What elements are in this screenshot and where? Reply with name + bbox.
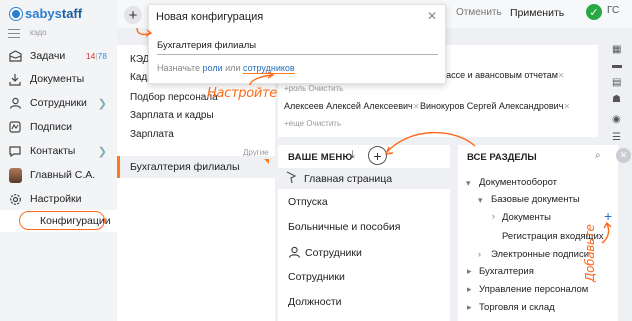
- remove-icon[interactable]: ✕: [558, 71, 565, 80]
- chevron-right-icon[interactable]: ▸: [467, 302, 472, 313]
- sidebar-item-label: Контакты: [30, 145, 76, 157]
- close-icon[interactable]: ✕: [616, 148, 631, 163]
- chevron-right-icon[interactable]: ❯: [98, 97, 107, 110]
- clear-link[interactable]: Очистить: [306, 119, 341, 128]
- tree-item[interactable]: Бухгалтерия: [479, 266, 534, 277]
- highlight-oval: [19, 211, 105, 230]
- person-chip[interactable]: Алексеев Алексей Алексеевич✕: [284, 101, 419, 111]
- assignment-actions: +еще Очистить: [284, 119, 341, 128]
- people-icon: [288, 246, 301, 261]
- chevron-right-icon[interactable]: ❯: [98, 145, 107, 158]
- apply-button[interactable]: Применить: [510, 7, 564, 19]
- roles-link[interactable]: роли: [203, 63, 223, 73]
- search-icon[interactable]: ⌕: [595, 150, 601, 161]
- eye-icon[interactable]: ◉: [612, 114, 621, 125]
- tree-item[interactable]: Электронные подписи: [491, 249, 589, 260]
- expand-down-icon[interactable]: ▾: [466, 178, 471, 189]
- tree-item[interactable]: Документы: [502, 212, 551, 223]
- expand-down-icon[interactable]: ▾: [478, 195, 483, 206]
- sidebar-item-label: Настройки: [30, 193, 82, 205]
- sidebar-item-signatures[interactable]: Подписи: [0, 116, 117, 138]
- list-item[interactable]: Подбор персонала: [130, 92, 218, 103]
- signatures-icon: [8, 120, 22, 134]
- sidebar-item-label: Сотрудники: [30, 97, 87, 109]
- chevron-right-icon[interactable]: ▸: [467, 266, 472, 277]
- sidebar-item-label: Документы: [30, 73, 85, 85]
- add-more-link[interactable]: +еще: [284, 119, 304, 128]
- person-chip[interactable]: Винокуров Сергей Александрович✕: [420, 101, 570, 111]
- list-icon[interactable]: ☰: [612, 132, 621, 143]
- sidebar-item-label: Главный С.А.: [30, 169, 96, 181]
- hamburger-icon[interactable]: [8, 29, 20, 38]
- sidebar-item-label: Задачи: [30, 50, 66, 62]
- tasks-badge: 14|78: [85, 51, 107, 61]
- tree-item[interactable]: Торговля и склад: [479, 302, 555, 313]
- menu-item[interactable]: Должности: [288, 296, 342, 308]
- app-sub-label: кэдо: [30, 28, 47, 37]
- menu-item[interactable]: Отпуска: [288, 196, 328, 208]
- assignment-text: кассе и авансовым отчетам✕: [442, 70, 565, 80]
- documents-icon: [8, 72, 22, 86]
- contacts-icon: [8, 144, 22, 158]
- employees-link[interactable]: сотрудников: [242, 63, 295, 74]
- add-role-link[interactable]: +роль: [284, 84, 306, 93]
- chevron-right-icon[interactable]: ›: [478, 249, 481, 259]
- apply-check-icon[interactable]: ✓: [586, 4, 602, 20]
- assign-hint: Назначьте роли или сотрудников: [157, 63, 295, 74]
- close-icon[interactable]: ✕: [427, 9, 437, 23]
- annotation-setup: Настройте: [207, 86, 277, 101]
- chevron-right-icon[interactable]: ▸: [467, 284, 472, 295]
- menu-item[interactable]: Сотрудники: [288, 271, 345, 283]
- add-section-icon[interactable]: +: [604, 208, 612, 224]
- sidebar-item-documents[interactable]: Документы: [0, 68, 117, 90]
- sidebar-item-tasks[interactable]: Задачи 14|78: [0, 45, 117, 67]
- sidebar-item-employees[interactable]: Сотрудники ❯: [0, 92, 117, 114]
- sidebar-item-settings[interactable]: Настройки: [0, 188, 117, 210]
- sidebar-item-contacts[interactable]: Контакты ❯: [0, 140, 117, 162]
- menu-item[interactable]: Главная страница: [304, 173, 392, 185]
- cancel-button[interactable]: Отменить: [456, 7, 502, 18]
- assignment-actions: +роль Очистить: [284, 84, 343, 93]
- popup-title: Новая конфигурация: [156, 11, 264, 23]
- user-avatar: [8, 167, 22, 183]
- briefcase-icon[interactable]: ▬: [612, 60, 622, 71]
- tasks-icon: [8, 49, 22, 63]
- annotation-add: Добавьте: [583, 224, 597, 282]
- gear-icon: [8, 192, 22, 206]
- logo[interactable]: sabys taff: [10, 6, 82, 21]
- marker-icon: [264, 159, 269, 164]
- download-icon[interactable]: ⤓: [350, 149, 355, 162]
- remove-icon[interactable]: ✕: [563, 102, 570, 111]
- menu-item[interactable]: Сотрудники: [305, 247, 362, 259]
- doc-icon[interactable]: ▤: [612, 77, 621, 88]
- configuration-name-field[interactable]: Бухгалтерия филиалы: [157, 40, 438, 55]
- logo-mark-icon: [10, 7, 22, 20]
- sidebar-item-label: Подписи: [30, 121, 72, 133]
- list-item[interactable]: Зарплата и кадры: [130, 110, 214, 121]
- tree-item[interactable]: Документооборот: [479, 177, 557, 188]
- list-item-selected[interactable]: Бухгалтерия филиалы: [117, 156, 275, 178]
- employees-icon: [8, 96, 22, 110]
- add-menu-item-button[interactable]: +: [368, 146, 387, 165]
- add-configuration-button[interactable]: +: [124, 6, 142, 24]
- tree-item[interactable]: Управление персоналом: [479, 284, 588, 295]
- tree-item[interactable]: Базовые документы: [491, 194, 580, 205]
- menu-item[interactable]: Больничные и пособия: [288, 221, 400, 233]
- people-icon[interactable]: ☗: [612, 94, 621, 105]
- clear-link[interactable]: Очистить: [308, 84, 343, 93]
- user-initials[interactable]: ГС: [607, 5, 619, 16]
- chevron-right-icon[interactable]: ›: [492, 211, 495, 221]
- remove-icon[interactable]: ✕: [413, 102, 420, 111]
- panel-title: ВАШЕ МЕНЮ: [288, 152, 353, 163]
- panel-title: ВСЕ РАЗДЕЛЫ: [467, 152, 537, 163]
- list-item[interactable]: Зарплата: [130, 129, 174, 140]
- grid-icon[interactable]: ▦: [612, 44, 621, 55]
- sidebar-item-user[interactable]: Главный С.А.: [0, 164, 117, 186]
- list-item[interactable]: КЭД: [130, 54, 149, 65]
- home-icon: [285, 171, 297, 187]
